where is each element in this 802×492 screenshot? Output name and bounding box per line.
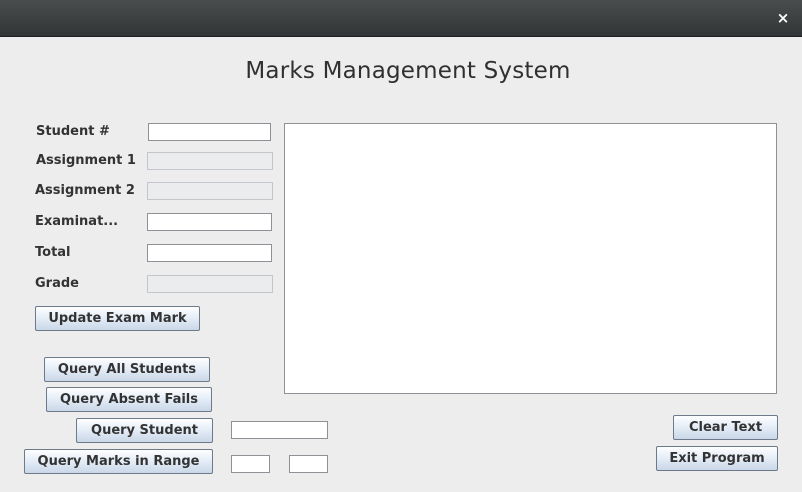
app-window: × Marks Management System Student # Assi… (0, 0, 802, 492)
total-label: Total (35, 245, 71, 260)
assignment1-field (147, 152, 273, 170)
update-exam-mark-button[interactable]: Update Exam Mark (35, 306, 200, 331)
grade-label: Grade (35, 276, 79, 291)
range-max-field[interactable] (289, 455, 328, 473)
examination-label: Examinat... (35, 214, 119, 229)
student-number-label: Student # (36, 124, 110, 139)
assignment1-label: Assignment 1 (36, 153, 136, 168)
query-student-field[interactable] (231, 421, 328, 439)
page-title: Marks Management System (245, 58, 571, 84)
grade-field (147, 275, 273, 293)
student-number-field[interactable] (148, 123, 271, 141)
close-icon[interactable]: × (774, 9, 792, 27)
output-text-area[interactable] (284, 123, 777, 394)
clear-text-button[interactable]: Clear Text (673, 415, 778, 440)
query-absent-fails-button[interactable]: Query Absent Fails (46, 387, 212, 412)
range-min-field[interactable] (231, 455, 270, 473)
query-student-button[interactable]: Query Student (76, 418, 213, 443)
exit-program-button[interactable]: Exit Program (656, 446, 778, 471)
query-all-students-button[interactable]: Query All Students (44, 357, 210, 382)
total-field[interactable] (147, 244, 272, 262)
query-marks-in-range-button[interactable]: Query Marks in Range (24, 449, 213, 474)
title-bar: × (0, 0, 802, 37)
assignment2-field (147, 182, 273, 200)
examination-field[interactable] (147, 213, 272, 231)
assignment2-label: Assignment 2 (35, 183, 135, 198)
